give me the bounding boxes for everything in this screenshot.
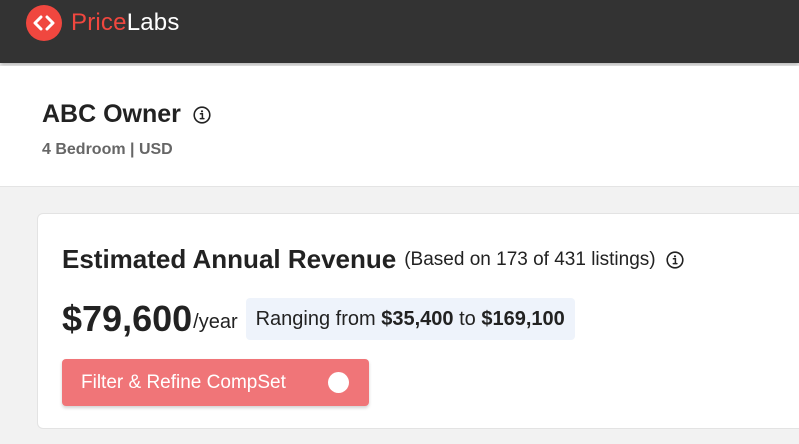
info-circle-icon[interactable] (193, 105, 211, 124)
pricelabs-logo[interactable]: PriceLabs (26, 5, 180, 41)
listing-details: 4 Bedroom | USD (42, 141, 173, 158)
revenue-unit: /year (193, 310, 238, 333)
listing-header-panel: ABC Owner 4 Bedroom | USD (0, 66, 799, 187)
revenue-range-badge: Ranging from $35,400 to $169,100 (245, 298, 575, 340)
top-navbar: PriceLabs (0, 0, 799, 63)
listing-name: ABC Owner (42, 100, 181, 128)
revenue-card: Estimated Annual Revenue (Based on 173 o… (37, 213, 799, 429)
revenue-amount: $79,600 (62, 298, 193, 339)
brand-name-part2: Labs (126, 9, 180, 36)
range-separator: to (453, 307, 482, 330)
range-prefix: Ranging from (255, 307, 382, 330)
range-high: $169,100 (481, 307, 565, 330)
filter-refine-compset-toggle[interactable]: Filter & Refine CompSet (62, 359, 369, 406)
filter-button-label: Filter & Refine CompSet (81, 371, 286, 393)
revenue-basis-note: (Based on 173 of 431 listings) (404, 248, 656, 270)
revenue-title: Estimated Annual Revenue (62, 244, 397, 274)
info-circle-icon[interactable] (666, 250, 684, 269)
revenue-value-row: $79,600 /year Ranging from $35,400 to $1… (62, 298, 575, 340)
revenue-heading: Estimated Annual Revenue (Based on 173 o… (62, 244, 684, 275)
brand-name-part1: Price (71, 9, 127, 36)
code-brackets-icon (26, 5, 62, 41)
toggle-knob[interactable] (328, 372, 349, 393)
range-low: $35,400 (381, 307, 454, 330)
brand-name: PriceLabs (71, 9, 180, 37)
listing-title-row: ABC Owner (42, 100, 211, 129)
